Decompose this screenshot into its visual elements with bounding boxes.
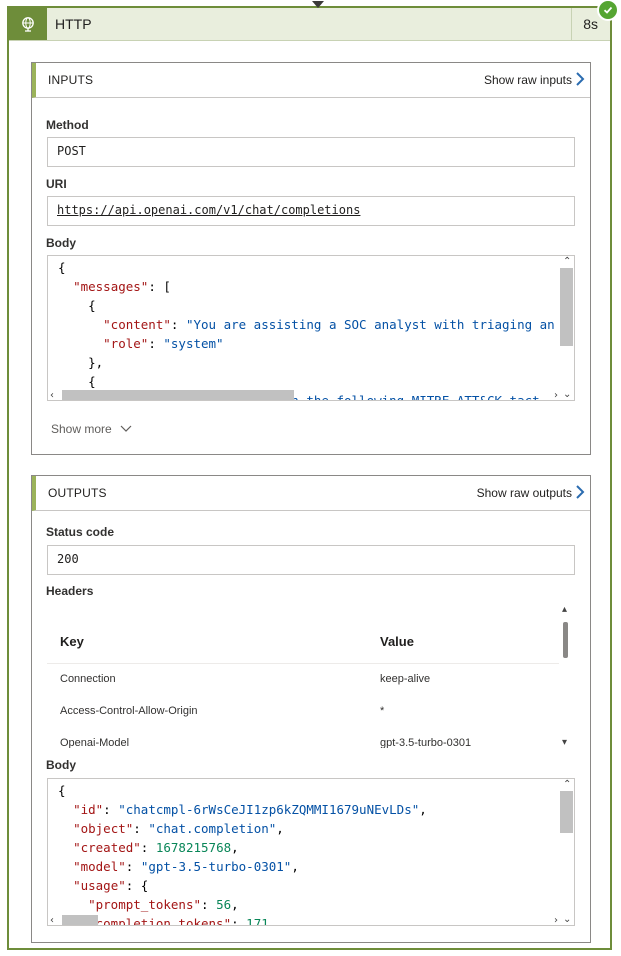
header-key: Access-Control-Allow-Origin xyxy=(60,705,198,717)
body-label: Body xyxy=(46,236,76,250)
inputs-panel: INPUTS Show raw inputs Method POST URI h… xyxy=(31,62,591,455)
chevron-right-icon[interactable] xyxy=(574,484,586,500)
scroll-right-icon[interactable]: › xyxy=(554,390,558,401)
status-code-label: Status code xyxy=(46,525,114,539)
code-line: "role": "system" xyxy=(58,334,224,353)
show-raw-inputs-link[interactable]: Show raw inputs xyxy=(484,73,572,87)
header-divider xyxy=(571,8,572,40)
code-line: "object": "chat.completion", xyxy=(58,819,284,838)
method-value: POST xyxy=(57,144,86,158)
action-header[interactable]: HTTP 8s xyxy=(9,8,610,41)
success-check-icon xyxy=(597,0,619,21)
show-raw-outputs-link[interactable]: Show raw outputs xyxy=(477,486,572,500)
scroll-up-icon[interactable]: ▴ xyxy=(562,604,567,615)
scroll-down-icon[interactable]: ▾ xyxy=(562,737,567,748)
outputs-panel-header: OUTPUTS Show raw outputs xyxy=(32,476,590,511)
scroll-left-icon[interactable]: ‹ xyxy=(50,390,54,401)
code-line: "content": "You are assisting a SOC anal… xyxy=(58,315,555,334)
http-action-card[interactable]: HTTP 8s INPUTS Show raw inputs Method PO… xyxy=(7,6,612,950)
show-more-link[interactable]: Show more xyxy=(51,422,132,436)
table-divider xyxy=(47,663,559,664)
input-body-code[interactable]: { "messages": [ { "content": "You are as… xyxy=(47,255,575,401)
vertical-scrollbar[interactable]: ⌃ ⌄ xyxy=(560,779,574,925)
inputs-title: INPUTS xyxy=(48,73,93,87)
scrollbar-thumb[interactable] xyxy=(563,622,568,658)
scrollbar-thumb[interactable] xyxy=(62,390,294,400)
scrollbar-thumb[interactable] xyxy=(560,791,573,833)
globe-icon xyxy=(9,8,47,40)
method-field[interactable]: POST xyxy=(47,137,575,167)
outputs-panel: OUTPUTS Show raw outputs Status code 200… xyxy=(31,475,591,943)
code-line: "model": "gpt-3.5-turbo-0301", xyxy=(58,857,299,876)
scrollbar-thumb[interactable] xyxy=(560,268,573,346)
uri-field[interactable]: https://api.openai.com/v1/chat/completio… xyxy=(47,196,575,226)
scroll-up-icon[interactable]: ⌃ xyxy=(563,256,571,267)
action-title: HTTP xyxy=(55,16,92,32)
headers-table[interactable]: Key Value Connection keep-alive Access-C… xyxy=(47,604,573,748)
flow-arrow-icon xyxy=(312,1,324,8)
header-value: * xyxy=(380,705,384,717)
scroll-down-icon[interactable]: ⌄ xyxy=(563,389,571,400)
status-code-field[interactable]: 200 xyxy=(47,545,575,575)
code-line: "id": "chatcmpl-6rWsCeJI1zp6kZQMMI1679uN… xyxy=(58,800,427,819)
code-line: "prompt_tokens": 56, xyxy=(58,895,239,914)
inputs-panel-header: INPUTS Show raw inputs xyxy=(32,63,590,98)
action-duration: 8s xyxy=(583,16,598,32)
chevron-down-icon xyxy=(120,425,132,433)
vertical-scrollbar[interactable]: ▴ ▾ xyxy=(559,604,573,748)
header-value: keep-alive xyxy=(380,673,430,685)
status-code-value: 200 xyxy=(57,552,79,566)
scrollbar-thumb[interactable] xyxy=(62,915,98,925)
header-key: Openai-Model xyxy=(60,737,129,748)
code-line: "created": 1678215768, xyxy=(58,838,239,857)
column-header-key: Key xyxy=(60,634,84,649)
header-key: Connection xyxy=(60,673,116,685)
method-label: Method xyxy=(46,118,89,132)
horizontal-scrollbar[interactable]: ‹ › xyxy=(48,389,560,400)
column-header-value: Value xyxy=(380,634,414,649)
headers-label: Headers xyxy=(46,584,93,598)
header-value: gpt-3.5-turbo-0301 xyxy=(380,737,471,748)
scroll-down-icon[interactable]: ⌄ xyxy=(563,914,571,925)
chevron-right-icon[interactable] xyxy=(574,71,586,87)
scroll-up-icon[interactable]: ⌃ xyxy=(563,779,571,790)
code-line: "usage": { xyxy=(58,876,148,895)
outputs-title: OUTPUTS xyxy=(48,486,107,500)
output-body-code[interactable]: { "id": "chatcmpl-6rWsCeJI1zp6kZQMMI1679… xyxy=(47,778,575,926)
code-line: { xyxy=(58,296,96,315)
code-line: { xyxy=(58,781,66,800)
output-body-label: Body xyxy=(46,758,76,772)
scroll-right-icon[interactable]: › xyxy=(554,915,558,926)
uri-value[interactable]: https://api.openai.com/v1/chat/completio… xyxy=(57,203,360,217)
code-line: "messages": [ xyxy=(58,277,171,296)
code-line: { xyxy=(58,258,66,277)
horizontal-scrollbar[interactable]: ‹ › xyxy=(48,914,560,925)
vertical-scrollbar[interactable]: ⌃ ⌄ xyxy=(560,256,574,400)
scroll-left-icon[interactable]: ‹ xyxy=(50,915,54,926)
uri-label: URI xyxy=(46,177,67,191)
code-line: }, xyxy=(58,353,103,372)
